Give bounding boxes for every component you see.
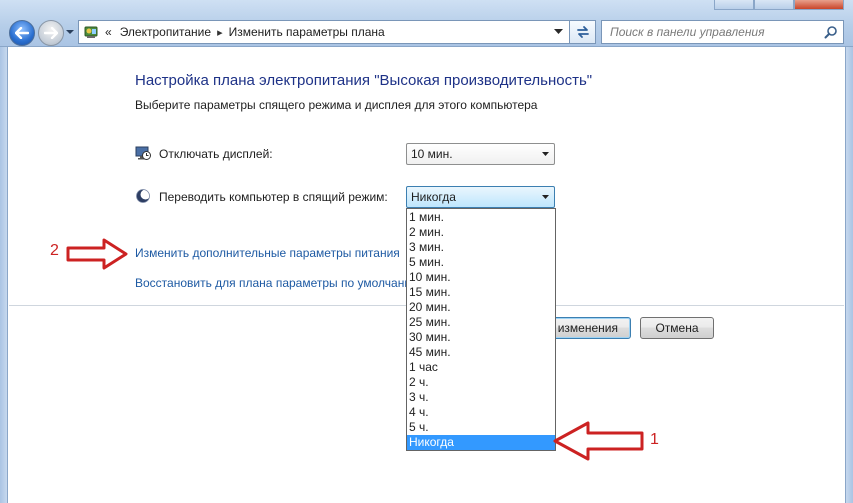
search-box[interactable] xyxy=(601,20,844,44)
forward-arrow-icon xyxy=(44,27,58,39)
sleep-options-list[interactable]: 1 мин. 2 мин. 3 мин. 5 мин. 10 мин. 15 мин. 20… xyxy=(406,208,556,451)
address-overflow-chevron[interactable]: « xyxy=(105,25,112,39)
chevron-down-icon xyxy=(542,195,549,199)
advanced-settings-link[interactable]: Изменить дополнительные параметры питани… xyxy=(135,246,400,260)
sleep-option[interactable]: 5 мин. xyxy=(407,255,555,270)
address-bar[interactable]: « Электропитание ▸ Изменить параметры пл… xyxy=(78,20,570,44)
page-title: Настройка плана электропитания "Высокая … xyxy=(135,72,593,89)
sleep-option[interactable]: 4 ч. xyxy=(407,405,555,420)
annotation-number-1: 1 xyxy=(650,431,659,448)
breadcrumb-separator-icon[interactable]: ▸ xyxy=(217,26,223,39)
navigation-bar: « Электропитание ▸ Изменить параметры пл… xyxy=(0,0,853,47)
cancel-button[interactable]: Отмена xyxy=(640,317,714,339)
back-button[interactable] xyxy=(9,20,35,46)
breadcrumb-power-options[interactable]: Электропитание xyxy=(120,25,211,39)
sleep-option[interactable]: 1 мин. xyxy=(407,210,555,225)
sleep-option[interactable]: 1 час xyxy=(407,360,555,375)
display-off-combobox[interactable]: 10 мин. xyxy=(406,143,555,165)
restore-defaults-link[interactable]: Восстановить для плана параметры по умол… xyxy=(135,276,420,290)
sleep-option[interactable]: 3 мин. xyxy=(407,240,555,255)
cancel-button-label: Отмена xyxy=(655,321,699,335)
monitor-clock-icon xyxy=(135,146,151,160)
moon-icon xyxy=(136,189,151,203)
control-panel-icon xyxy=(84,26,98,38)
annotation-number-2: 2 xyxy=(50,242,59,259)
sleep-option[interactable]: 30 мин. xyxy=(407,330,555,345)
maximize-button[interactable] xyxy=(754,0,794,10)
sleep-option[interactable]: 25 мин. xyxy=(407,315,555,330)
chevron-down-icon xyxy=(542,152,549,156)
sleep-label: Переводить компьютер в спящий режим: xyxy=(159,190,388,204)
window-frame-left xyxy=(0,47,8,503)
sleep-option[interactable]: 3 ч. xyxy=(407,390,555,405)
sleep-option[interactable]: 45 мин. xyxy=(407,345,555,360)
display-off-label: Отключать дисплей: xyxy=(159,147,273,161)
page-subtitle: Выберите параметры спящего режима и дисп… xyxy=(135,98,538,112)
annotation-arrow-left-icon xyxy=(553,421,644,461)
sleep-combobox[interactable]: Никогда xyxy=(406,186,555,208)
forward-button[interactable] xyxy=(38,20,64,46)
search-input[interactable] xyxy=(610,25,820,39)
window-frame-right xyxy=(845,47,853,503)
sleep-option[interactable]: 20 мин. xyxy=(407,300,555,315)
sleep-option[interactable]: 2 ч. xyxy=(407,375,555,390)
refresh-button[interactable] xyxy=(570,20,596,44)
back-arrow-icon xyxy=(15,27,29,39)
minimize-button[interactable] xyxy=(714,0,754,10)
sleep-value: Никогда xyxy=(411,190,456,204)
sleep-option[interactable]: 5 ч. xyxy=(407,420,555,435)
sleep-option[interactable]: 2 мин. xyxy=(407,225,555,240)
close-window-button[interactable] xyxy=(794,0,844,10)
sleep-option[interactable]: 15 мин. xyxy=(407,285,555,300)
sleep-option-never[interactable]: Никогда xyxy=(407,435,555,450)
sleep-option[interactable]: 10 мин. xyxy=(407,270,555,285)
search-icon[interactable] xyxy=(824,25,838,39)
display-off-value: 10 мин. xyxy=(411,147,453,161)
breadcrumb-edit-plan[interactable]: Изменить параметры плана xyxy=(229,25,385,39)
address-dropdown-icon[interactable] xyxy=(554,29,563,35)
refresh-icon xyxy=(576,26,589,38)
annotation-arrow-right-icon xyxy=(66,238,128,270)
recent-pages-chevron-icon[interactable] xyxy=(65,27,75,37)
